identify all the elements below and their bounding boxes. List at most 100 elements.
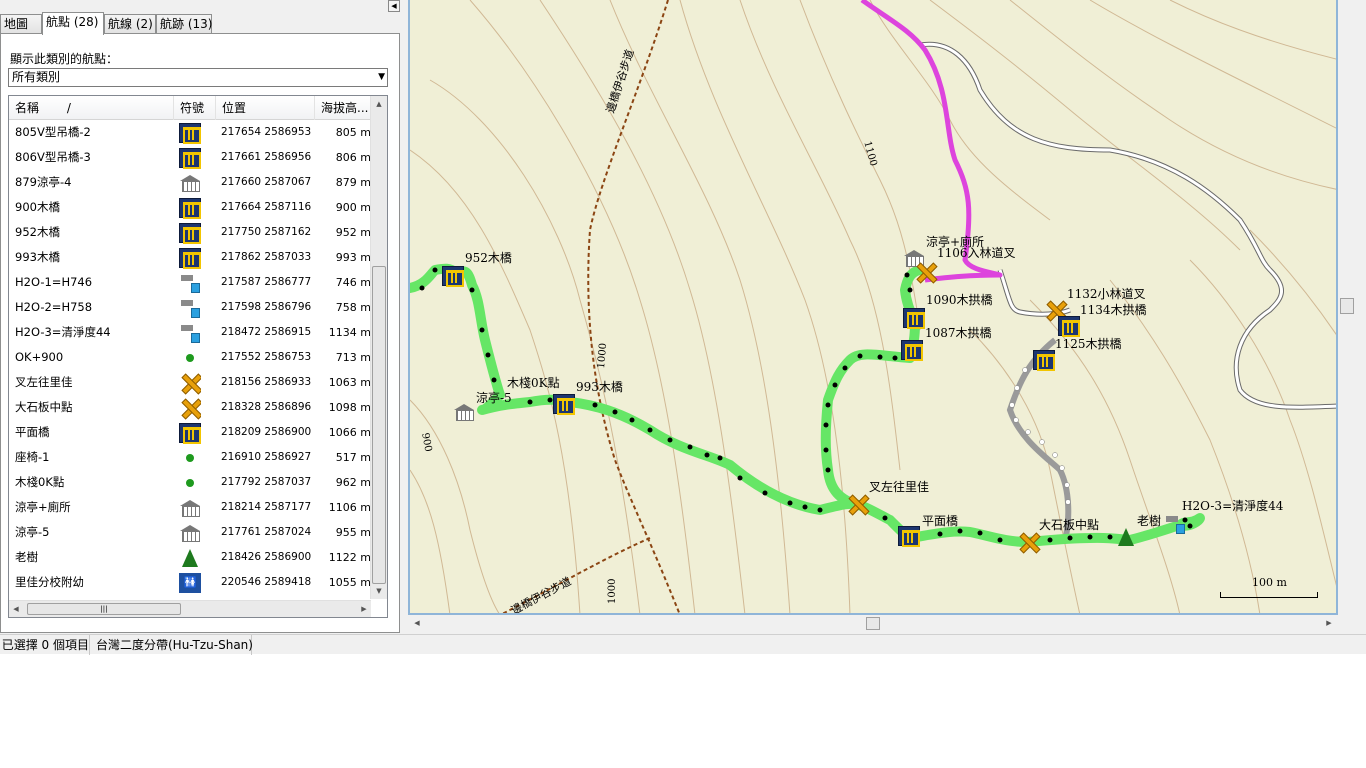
- table-row[interactable]: 806V型吊橋-3 217661 2586956 806 m: [9, 145, 371, 170]
- scroll-left-icon[interactable]: ◀: [410, 615, 424, 632]
- waypoint-symbol: [179, 245, 201, 270]
- scroll-thumb[interactable]: [372, 266, 386, 584]
- category-filter-label: 顯示此類別的航點：: [10, 52, 119, 66]
- waypoint-position: 217598 2586796: [221, 301, 312, 313]
- list-horizontal-scrollbar[interactable]: ◀ ||| ▶: [9, 600, 371, 617]
- waypoint-altitude: 1122 m: [328, 551, 371, 564]
- map-label: 叉左往里佳: [869, 480, 930, 494]
- column-header-name[interactable]: 名稱 /: [9, 96, 174, 120]
- tab-waypoints[interactable]: 航點 (28): [42, 12, 104, 35]
- category-select-value: 所有類別: [12, 70, 61, 84]
- scroll-up-icon[interactable]: ▲: [371, 96, 387, 112]
- column-header-position[interactable]: 位置: [216, 96, 315, 120]
- table-row[interactable]: H2O-1=H746 217587 2586777 746 m: [9, 270, 371, 295]
- scroll-down-icon[interactable]: ▼: [371, 583, 387, 599]
- table-row[interactable]: 老樹 218426 2586900 1122 m: [9, 545, 371, 570]
- waypoint-name: 老樹: [15, 550, 38, 564]
- table-row[interactable]: 805V型吊橋-2 217654 2586953 805 m: [9, 120, 371, 145]
- map-vertical-scrollbar[interactable]: [1338, 0, 1356, 632]
- table-row[interactable]: 大石板中點 218328 2586896 1098 m: [9, 395, 371, 420]
- scale-label: 100 m: [1252, 576, 1287, 589]
- dot-icon: [186, 453, 194, 462]
- water-icon[interactable]: [1165, 514, 1185, 534]
- scroll-thumb[interactable]: |||: [27, 603, 181, 615]
- waypoint-position: 218328 2586896: [221, 401, 312, 413]
- pavilion-icon[interactable]: [453, 404, 475, 421]
- crossroad-icon: [180, 373, 200, 393]
- app-window: 地圖 航點 (28) 航線 (2) 航跡 (13) 顯示此類別的航點： 所有類別…: [0, 0, 1366, 655]
- water-icon: [180, 298, 200, 318]
- scroll-left-icon[interactable]: ◀: [9, 601, 23, 617]
- map-label: 1087木拱橋: [925, 326, 992, 340]
- tab-strip: 地圖 航點 (28) 航線 (2) 航跡 (13): [0, 12, 400, 35]
- crossroad-icon[interactable]: [847, 494, 867, 514]
- waypoint-list[interactable]: 名稱 / 符號 位置 海拔高... 805V型吊橋-2 217654 258695…: [8, 95, 388, 618]
- list-vertical-scrollbar[interactable]: ▲ ▼: [370, 96, 387, 599]
- bridge-icon: [179, 122, 201, 144]
- table-row[interactable]: 993木橋 217862 2587033 993 m: [9, 245, 371, 270]
- category-select[interactable]: 所有類別 ▼: [8, 68, 388, 87]
- table-row[interactable]: 涼亭-5 217761 2587024 955 m: [9, 520, 371, 545]
- waypoint-symbol: [179, 270, 201, 295]
- waypoint-symbol: [179, 520, 201, 545]
- table-row[interactable]: H2O-3=清淨度44 218472 2586915 1134 m: [9, 320, 371, 345]
- map-horizontal-scrollbar[interactable]: ◀ ▶: [408, 615, 1338, 632]
- table-row[interactable]: 平面橋 218209 2586900 1066 m: [9, 420, 371, 445]
- bridge-icon[interactable]: [1058, 316, 1080, 337]
- scroll-thumb[interactable]: [866, 617, 880, 630]
- list-body: 805V型吊橋-2 217654 2586953 805 m 806V型吊橋-3 217…: [9, 120, 371, 595]
- waypoint-name: 大石板中點: [15, 400, 73, 414]
- scroll-right-icon[interactable]: ▶: [1322, 615, 1336, 632]
- scroll-right-icon[interactable]: ▶: [357, 601, 371, 617]
- list-header: 名稱 / 符號 位置 海拔高...: [9, 96, 371, 120]
- table-row[interactable]: 木棧0K點 217792 2587037 962 m: [9, 470, 371, 495]
- tab-routes[interactable]: 航線 (2): [104, 14, 156, 34]
- waypoint-position: 217660 2587067: [221, 176, 312, 188]
- table-row[interactable]: 879涼亭-4 217660 2587067 879 m: [9, 170, 371, 195]
- bridge-icon[interactable]: [1033, 350, 1055, 371]
- waypoint-altitude: 955 m: [335, 526, 371, 539]
- bridge-icon: [179, 222, 201, 244]
- waypoint-altitude: 952 m: [335, 226, 371, 239]
- table-row[interactable]: H2O-2=H758 217598 2586796 758 m: [9, 295, 371, 320]
- tree-icon[interactable]: [1118, 528, 1134, 546]
- waypoint-altitude: 1134 m: [328, 326, 371, 339]
- crossroad-icon[interactable]: [915, 262, 935, 282]
- bridge-icon[interactable]: [903, 308, 925, 329]
- column-header-symbol[interactable]: 符號: [174, 96, 216, 120]
- scroll-thumb[interactable]: [1340, 298, 1354, 314]
- bridge-icon[interactable]: [901, 340, 923, 361]
- map-label: 993木橋: [576, 380, 623, 394]
- bridge-icon[interactable]: [442, 266, 464, 287]
- crossroad-icon[interactable]: [1018, 532, 1038, 552]
- table-row[interactable]: 座椅-1 216910 2586927 517 m: [9, 445, 371, 470]
- map-canvas: [410, 0, 1336, 613]
- table-row[interactable]: 900木橋 217664 2587116 900 m: [9, 195, 371, 220]
- waypoint-position: 218214 2587177: [221, 501, 312, 513]
- table-row[interactable]: 952木橋 217750 2587162 952 m: [9, 220, 371, 245]
- table-row[interactable]: 涼亭+廁所 218214 2587177 1106 m: [9, 495, 371, 520]
- bridge-icon: [179, 247, 201, 269]
- waypoint-altitude: 758 m: [335, 301, 371, 314]
- map-label: 952木橋: [465, 251, 512, 265]
- waypoint-symbol: [179, 170, 201, 195]
- tab-tracks[interactable]: 航跡 (13): [156, 14, 212, 34]
- toilet-icon: 🚻: [179, 572, 201, 593]
- waypoint-position: 217552 2586753: [221, 351, 312, 363]
- bridge-icon[interactable]: [898, 526, 920, 547]
- tree-icon: [182, 548, 198, 567]
- bridge-icon[interactable]: [553, 394, 575, 415]
- map-view[interactable]: 952木橋 涼亭-5 木棧0K點 993木橋 涼亭+廁所 1106入林道叉 10…: [408, 0, 1338, 615]
- map-label: 老樹: [1137, 514, 1162, 528]
- table-row[interactable]: 叉左往里佳 218156 2586933 1063 m: [9, 370, 371, 395]
- waypoint-altitude: 962 m: [335, 476, 371, 489]
- waypoint-position: 217792 2587037: [221, 476, 312, 488]
- map-label: H2O-3=清淨度44: [1182, 499, 1284, 513]
- column-header-altitude[interactable]: 海拔高...: [315, 96, 371, 120]
- table-row[interactable]: 里佳分校附幼 🚻 220546 2589418 1055 m: [9, 570, 371, 595]
- map-label: 涼亭-5: [476, 391, 512, 405]
- waypoint-symbol: [179, 195, 201, 220]
- tab-map[interactable]: 地圖: [0, 14, 42, 34]
- table-row[interactable]: OK+900 217552 2586753 713 m: [9, 345, 371, 370]
- collapse-panel-icon[interactable]: ◀: [388, 0, 400, 12]
